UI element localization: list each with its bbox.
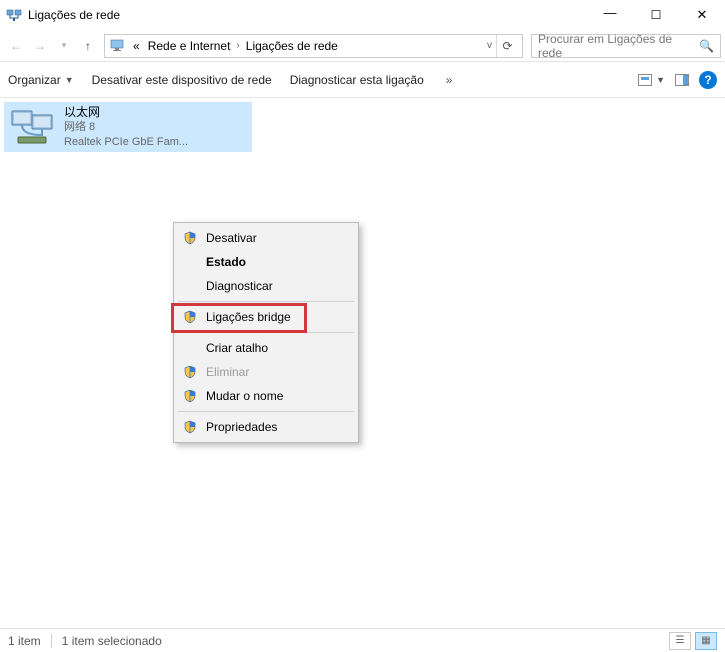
app-icon (6, 7, 22, 23)
menu-item-delete: Eliminar (176, 360, 356, 384)
menu-item-diagnose[interactable]: Diagnosticar (176, 274, 356, 298)
disable-device-button[interactable]: Desativar este dispositivo de rede (92, 73, 272, 87)
pane-icon (675, 74, 689, 86)
status-bar: 1 item 1 item selecionado ☰ ▦ (0, 628, 725, 652)
menu-item-status[interactable]: Estado (176, 250, 356, 274)
window-controls (587, 0, 725, 30)
status-divider (51, 634, 52, 648)
title-bar: Ligações de rede (0, 0, 725, 30)
menu-item-create-shortcut[interactable]: Criar atalho (176, 336, 356, 360)
menu-label: Diagnosticar (206, 279, 273, 293)
chevron-down-icon: ▼ (656, 75, 665, 85)
menu-label: Criar atalho (206, 341, 268, 355)
view-icon (638, 74, 652, 86)
refresh-button[interactable]: ⟳ (496, 35, 518, 57)
nav-bar: ← → ▾ ↑ « Rede e Internet › Ligações de … (0, 30, 725, 62)
details-view-button[interactable]: ☰ (669, 632, 691, 650)
control-panel-icon (109, 38, 125, 54)
search-icon: 🔍 (699, 39, 714, 53)
icons-view-button[interactable]: ▦ (695, 632, 717, 650)
selected-count: 1 item selecionado (62, 634, 162, 648)
breadcrumb-1[interactable]: Rede e Internet (144, 39, 235, 53)
address-dropdown-icon[interactable]: v (483, 40, 496, 51)
network-adapter-item[interactable]: 以太网 网络 8 Realtek PCIe GbE Fam... (4, 102, 252, 152)
preview-pane-button[interactable] (675, 74, 689, 86)
maximize-button[interactable] (633, 0, 679, 30)
shield-icon (182, 309, 198, 325)
chevron-right-icon[interactable]: › (234, 40, 241, 51)
back-button[interactable]: ← (4, 34, 28, 58)
content-area: 以太网 网络 8 Realtek PCIe GbE Fam... Desativ… (0, 98, 725, 628)
address-bar[interactable]: « Rede e Internet › Ligações de rede v ⟳ (104, 34, 523, 58)
shield-icon (182, 419, 198, 435)
menu-label: Estado (206, 255, 246, 269)
menu-item-disable[interactable]: Desativar (176, 226, 356, 250)
command-bar: Organizar ▼ Desativar este dispositivo d… (0, 62, 725, 98)
chevron-down-icon: ▼ (65, 75, 74, 85)
menu-item-rename[interactable]: Mudar o nome (176, 384, 356, 408)
menu-separator (178, 411, 354, 412)
help-button[interactable]: ? (699, 71, 717, 89)
menu-label: Mudar o nome (206, 389, 283, 403)
window-title: Ligações de rede (28, 8, 587, 22)
breadcrumb-2[interactable]: Ligações de rede (242, 39, 342, 53)
menu-item-bridge[interactable]: Ligações bridge (176, 305, 356, 329)
organize-button[interactable]: Organizar ▼ (8, 73, 74, 87)
search-placeholder: Procurar em Ligações de rede (538, 32, 699, 60)
diagnose-button[interactable]: Diagnosticar esta ligação (290, 73, 424, 87)
breadcrumb-prefix[interactable]: « (129, 39, 144, 53)
disable-label: Desativar este dispositivo de rede (92, 73, 272, 87)
menu-separator (178, 301, 354, 302)
more-label: » (446, 73, 453, 87)
diagnose-label: Diagnosticar esta ligação (290, 73, 424, 87)
context-menu: Desativar Estado Diagnosticar Ligações b… (173, 222, 359, 443)
item-count: 1 item (8, 634, 41, 648)
menu-label: Eliminar (206, 365, 249, 379)
adapter-text: 以太网 网络 8 Realtek PCIe GbE Fam... (64, 105, 188, 150)
search-box[interactable]: Procurar em Ligações de rede 🔍 (531, 34, 721, 58)
more-commands-button[interactable]: » (446, 73, 453, 87)
shield-icon (182, 230, 198, 246)
adapter-device: Realtek PCIe GbE Fam... (64, 135, 188, 150)
forward-button[interactable]: → (28, 34, 52, 58)
shield-icon (182, 388, 198, 404)
menu-item-properties[interactable]: Propriedades (176, 415, 356, 439)
network-adapter-icon (8, 107, 56, 147)
close-button[interactable] (679, 0, 725, 30)
organize-label: Organizar (8, 73, 61, 87)
recent-dropdown[interactable]: ▾ (52, 34, 76, 58)
view-options-button[interactable]: ▼ (638, 74, 665, 86)
adapter-name: 以太网 (64, 105, 188, 120)
minimize-button[interactable] (587, 0, 633, 30)
up-button[interactable]: ↑ (76, 34, 100, 58)
menu-label: Propriedades (206, 420, 277, 434)
shield-icon (182, 364, 198, 380)
menu-label: Desativar (206, 231, 257, 245)
menu-separator (178, 332, 354, 333)
adapter-network: 网络 8 (64, 120, 188, 135)
menu-label: Ligações bridge (206, 310, 291, 324)
